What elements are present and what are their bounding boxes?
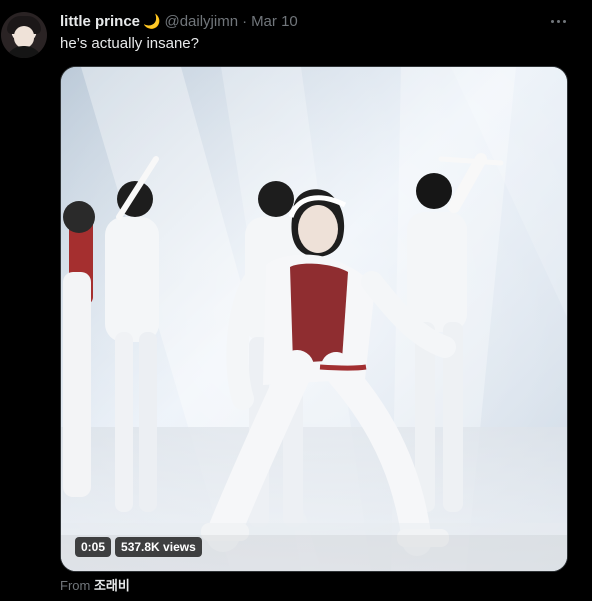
source-attribution[interactable]: From 조래비	[60, 575, 130, 594]
from-label: From	[60, 578, 91, 593]
post-date[interactable]: Mar 10	[251, 13, 298, 30]
display-name[interactable]: little prince	[60, 13, 140, 30]
video-overlay-chips: 0:05 537.8K views	[75, 537, 202, 557]
dot-icon	[556, 19, 560, 23]
video-views-badge: 537.8K views	[115, 537, 202, 557]
moon-icon: 🌙	[143, 12, 161, 29]
video-frame	[61, 67, 567, 571]
video-media[interactable]	[60, 66, 568, 572]
avatar-shirt-shape	[5, 46, 43, 58]
dot-icon	[562, 19, 566, 23]
avatar[interactable]	[1, 12, 47, 58]
tweet-header: little prince 🌙 @dailyjimn · Mar 10	[60, 11, 298, 31]
separator: ·	[242, 12, 248, 30]
user-handle[interactable]: @dailyjimn	[164, 13, 238, 30]
from-value[interactable]: 조래비	[94, 578, 130, 593]
tweet-text: he’s actually insane?	[60, 35, 199, 52]
avatar-face-shape	[14, 26, 34, 48]
tweet-card[interactable]: little prince 🌙 @dailyjimn · Mar 10 he’s…	[0, 0, 592, 601]
video-duration-badge: 0:05	[75, 537, 112, 557]
dot-icon	[550, 19, 554, 23]
more-horizontal-icon[interactable]	[548, 15, 568, 27]
